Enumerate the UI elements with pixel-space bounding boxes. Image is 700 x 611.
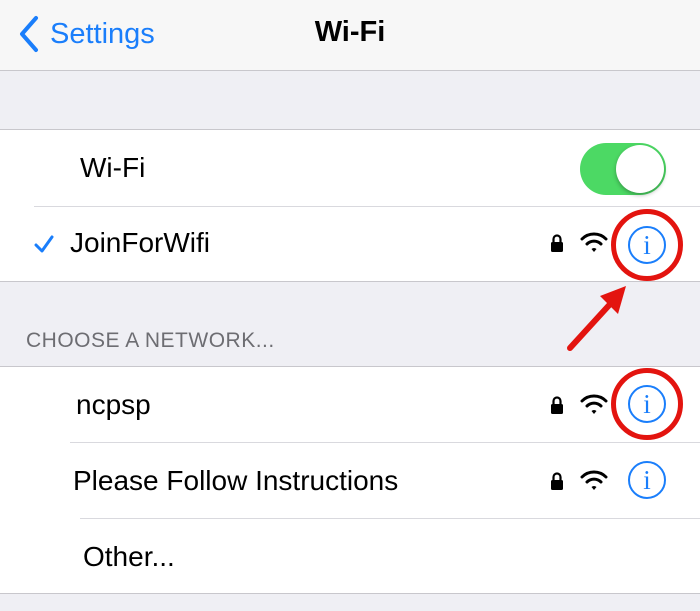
connected-network-row[interactable]: JoinForWifi i [0, 207, 700, 283]
wifi-toggle-switch[interactable] [580, 143, 666, 195]
navigation-bar: Settings Wi-Fi [0, 0, 700, 71]
wifi-group: Wi-Fi JoinForWifi i [0, 129, 700, 282]
other-network-row[interactable]: Other... [0, 519, 700, 595]
network-list: ncpsp i Please Follow Instructions i Oth… [0, 366, 700, 594]
network-row-please-follow-instructions[interactable]: Please Follow Instructions i [0, 443, 700, 518]
network-name: Please Follow Instructions [73, 465, 399, 496]
lock-icon [551, 472, 563, 490]
toggle-knob [616, 145, 664, 193]
annotation-circle [611, 209, 683, 281]
wifi-signal-icon [580, 394, 608, 414]
annotation-circle [611, 368, 683, 440]
info-button[interactable]: i [628, 461, 666, 499]
network-name: ncpsp [76, 389, 151, 420]
wifi-toggle-label: Wi-Fi [80, 152, 146, 183]
connected-network-name: JoinForWifi [70, 227, 211, 258]
red-arrow-icon [567, 286, 626, 351]
network-row-ncpsp[interactable]: ncpsp i [0, 367, 700, 442]
lock-icon [551, 234, 563, 252]
other-network-label: Other... [83, 541, 175, 572]
wifi-toggle-row: Wi-Fi [0, 130, 700, 206]
lock-icon [551, 396, 563, 414]
checkmark-icon [34, 235, 54, 253]
wifi-signal-icon [580, 470, 608, 490]
section-header: CHOOSE A NETWORK... [26, 329, 275, 352]
page-title: Wi-Fi [314, 16, 386, 48]
wifi-signal-icon [580, 232, 608, 252]
